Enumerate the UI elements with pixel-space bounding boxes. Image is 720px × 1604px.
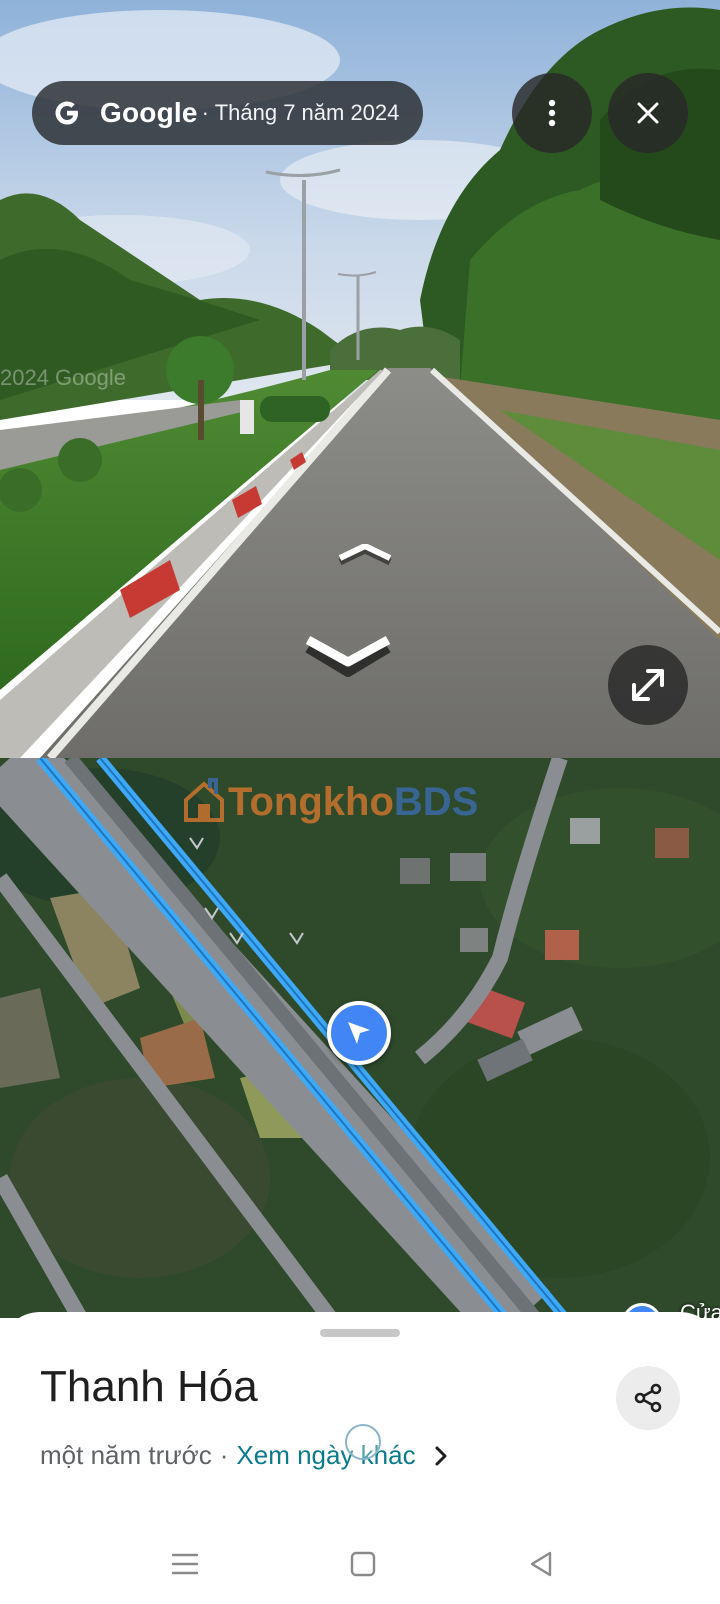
see-other-dates-link[interactable]: Xem ngày khác xyxy=(236,1440,415,1471)
watermark-text-bds: BDS xyxy=(393,779,479,824)
google-brand-label: Google xyxy=(100,97,198,128)
chevron-up-icon xyxy=(338,544,392,566)
bottom-sheet[interactable]: Thanh Hóa một năm trước · Xem ngày khác xyxy=(0,1312,720,1604)
imagery-date-label: · Tháng 7 năm 2024 xyxy=(201,100,400,125)
imagery-age-label: một năm trước xyxy=(40,1440,212,1470)
home-square-icon xyxy=(350,1551,376,1577)
street-view-panorama[interactable]: 2024 Google Google · Tháng 7 năm 2024 xyxy=(0,0,720,758)
back-button[interactable] xyxy=(521,1544,561,1584)
chevron-down-icon xyxy=(305,636,391,677)
navigation-arrow-icon xyxy=(348,1022,370,1044)
close-button[interactable] xyxy=(608,73,688,153)
imagery-info-row: một năm trước · Xem ngày khác xyxy=(40,1440,448,1471)
drag-handle[interactable] xyxy=(320,1329,400,1337)
close-icon xyxy=(637,102,659,124)
touch-indicator xyxy=(345,1424,381,1460)
expand-icon xyxy=(632,669,664,701)
recent-apps-button[interactable] xyxy=(165,1544,205,1584)
watermark-text-tongkho: Tongkho xyxy=(228,779,394,824)
move-backward-button[interactable] xyxy=(304,634,392,678)
google-g-icon xyxy=(52,98,82,128)
back-triangle-icon xyxy=(530,1551,552,1577)
menu-icon xyxy=(171,1553,199,1575)
current-location-marker[interactable] xyxy=(327,1001,391,1065)
separator-dot: · xyxy=(219,1440,229,1470)
expand-button[interactable] xyxy=(608,645,688,725)
house-logo-icon xyxy=(184,778,224,822)
share-button[interactable] xyxy=(616,1366,680,1430)
home-button[interactable] xyxy=(343,1544,383,1584)
app-root: 2024 Google Google · Tháng 7 năm 2024 To… xyxy=(0,0,720,1604)
map-view[interactable]: Tongkho BDS Cửa xyxy=(0,758,720,1318)
chevron-right-icon[interactable] xyxy=(434,1445,448,1467)
imagery-date-chip[interactable]: Google · Tháng 7 năm 2024 xyxy=(32,81,424,145)
system-nav-bar xyxy=(0,1524,720,1604)
share-icon xyxy=(634,1383,662,1413)
more-options-button[interactable] xyxy=(512,73,592,153)
place-title: Thanh Hóa xyxy=(40,1362,258,1411)
tongkhobds-watermark: Tongkho BDS xyxy=(180,778,478,826)
street-view-watermark: 2024 Google xyxy=(0,365,126,390)
move-forward-button[interactable] xyxy=(336,544,394,568)
more-vert-icon xyxy=(548,99,556,127)
